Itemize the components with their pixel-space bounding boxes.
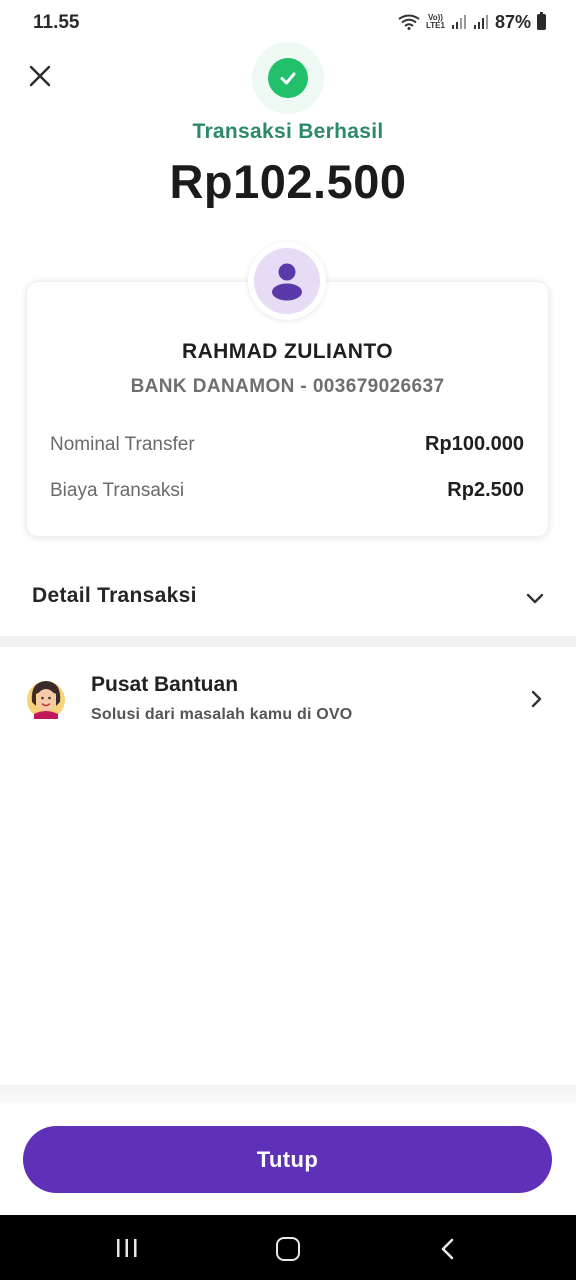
check-icon: [280, 72, 296, 85]
recipient-avatar: [248, 242, 326, 320]
nominal-transfer-label: Nominal Transfer: [50, 434, 195, 455]
system-navigation-bar: [0, 1215, 576, 1280]
transaction-amount: Rp102.500: [169, 155, 407, 208]
home-icon[interactable]: [276, 1237, 300, 1261]
nominal-transfer-value: Rp100.000: [425, 433, 524, 455]
transaction-status: Transaksi Berhasil: [192, 120, 384, 143]
help-center-item[interactable]: Pusat Bantuan Solusi dari masalah kamu d…: [0, 660, 576, 740]
battery-icon: [537, 12, 546, 30]
battery-percent: 87%: [494, 11, 531, 32]
success-circle: [268, 58, 308, 98]
support-agent-icon: [27, 681, 65, 719]
wifi-icon: [398, 14, 420, 30]
chevron-down-icon: [526, 593, 544, 604]
avatar-background: [254, 248, 320, 314]
status-time: 11.55: [33, 12, 80, 33]
chevron-right-icon: [531, 690, 542, 708]
help-center-title: Pusat Bantuan: [91, 673, 239, 696]
recent-apps-icon[interactable]: [114, 1237, 140, 1259]
help-center-subtitle: Solusi dari masalah kamu di OVO: [91, 706, 353, 723]
lte-label: LTE1: [426, 21, 445, 30]
volte-indicator: Vo)) LTE1: [426, 14, 445, 30]
success-badge: [252, 42, 324, 114]
section-divider: [0, 636, 576, 647]
transaction-detail-toggle[interactable]: Detail Transaksi: [0, 570, 576, 626]
close-icon: [29, 65, 51, 87]
close-transaction-button[interactable]: Tutup: [23, 1126, 552, 1193]
recipient-bank-account: BANK DANAMON - 003679026637: [130, 376, 445, 397]
transaction-fee-label: Biaya Transaksi: [50, 480, 185, 501]
footer-divider: [0, 1085, 576, 1103]
status-icons: Vo)) LTE1 87%: [398, 10, 546, 34]
close-button[interactable]: [22, 58, 58, 94]
recipient-name: RAHMAD ZULIANTO: [182, 340, 393, 363]
status-bar: 11.55 Vo)) LTE1 87%: [0, 0, 576, 44]
signal-icon-2: [473, 15, 488, 29]
back-icon[interactable]: [438, 1237, 458, 1261]
signal-icon: [451, 15, 466, 29]
transaction-detail-label: Detail Transaksi: [32, 584, 197, 607]
transaction-fee-value: Rp2.500: [447, 479, 524, 501]
user-icon: [272, 263, 302, 301]
